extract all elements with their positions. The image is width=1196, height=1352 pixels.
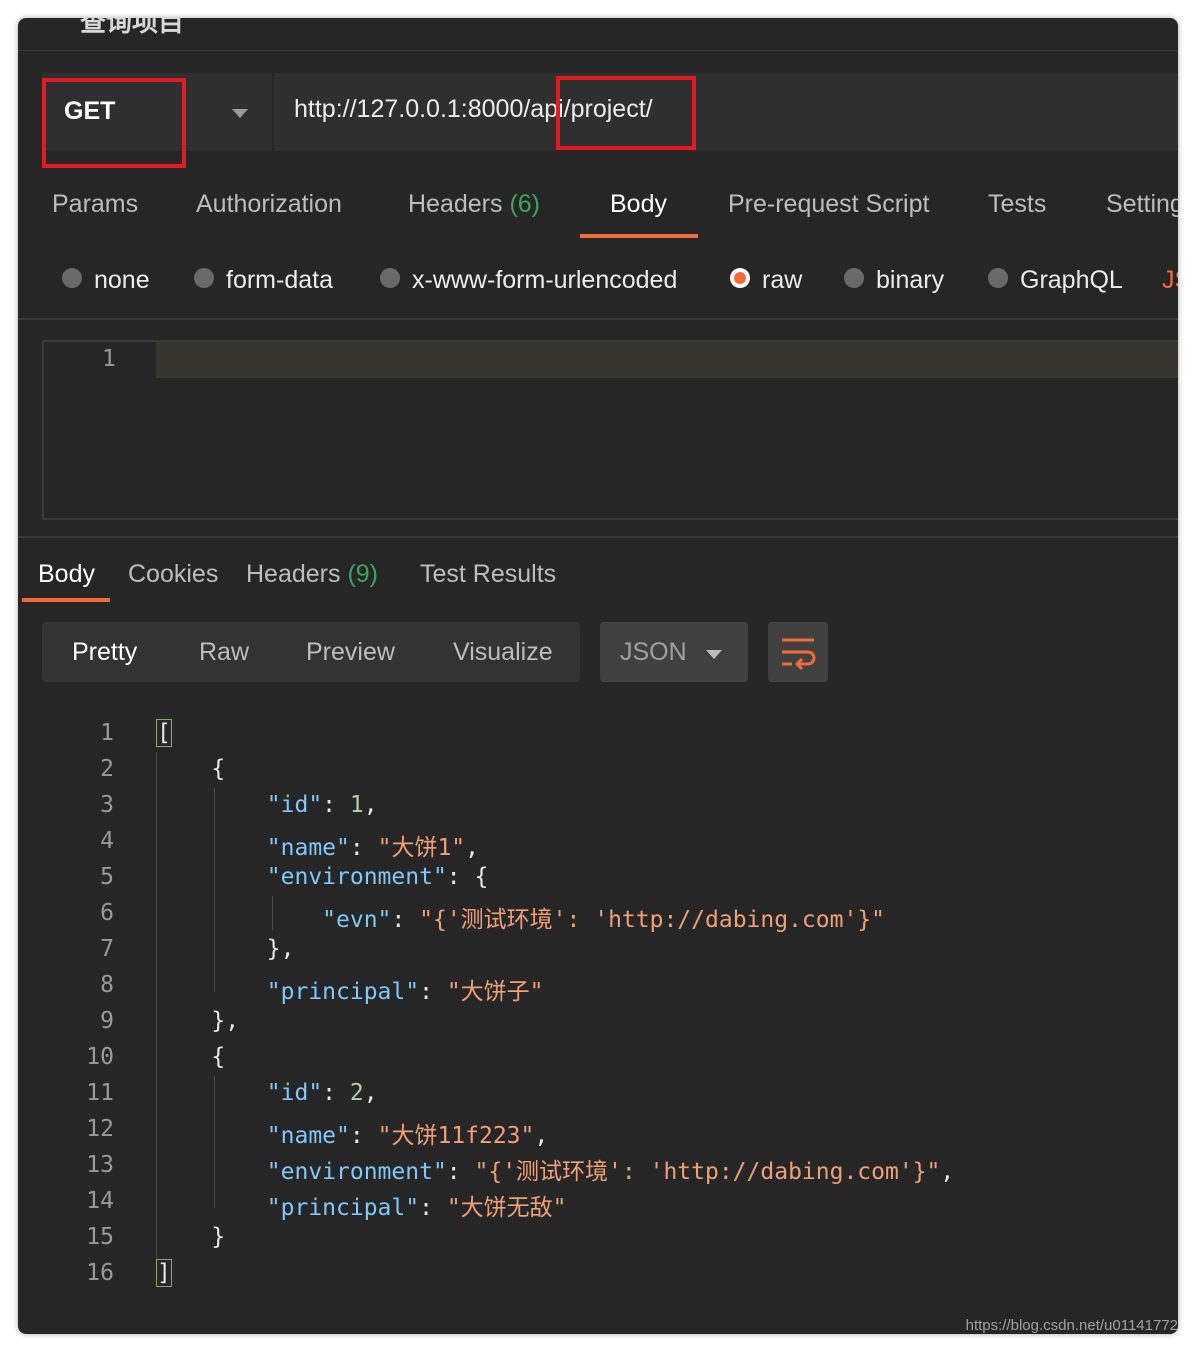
- request-tabs: Params Authorization Headers (6) Body Pr…: [18, 178, 1178, 238]
- headers-count: (6): [509, 190, 541, 218]
- json-line: },: [156, 1008, 240, 1034]
- radio-dot-icon: [844, 268, 864, 289]
- radio-dot-icon: [988, 268, 1008, 289]
- json-line: }: [156, 1224, 226, 1250]
- response-body-viewer[interactable]: 1 2 3 4 5 6 7 8 9 10 11 12 13 14 15 16 […: [18, 702, 1178, 1302]
- divider: [18, 536, 1178, 538]
- tab-test-results[interactable]: Test Results: [420, 560, 556, 589]
- tab-params[interactable]: Params: [52, 190, 138, 219]
- chevron-down-icon: [232, 109, 248, 118]
- line-number: 1: [100, 720, 114, 746]
- line-number: 4: [100, 828, 114, 854]
- radio-dot-icon: [194, 268, 214, 289]
- radio-raw[interactable]: raw: [730, 266, 802, 295]
- format-label: JSON: [620, 638, 687, 666]
- view-visualize[interactable]: Visualize: [453, 638, 553, 667]
- line-number: 2: [100, 756, 114, 782]
- body-type-selector: none form-data x-www-form-urlencoded raw…: [18, 258, 1178, 318]
- response-tabs: Body Cookies Headers (9) Test Results: [18, 548, 1178, 604]
- json-line: "principal": "大饼子": [266, 979, 544, 1005]
- line-number: 3: [100, 792, 114, 818]
- matching-bracket: [: [156, 719, 172, 747]
- json-line: "id": 2,: [266, 1080, 378, 1106]
- line-number: 8: [100, 972, 114, 998]
- json-line: "principal": "大饼无敌": [266, 1195, 567, 1221]
- matching-bracket: ]: [156, 1259, 172, 1287]
- json-line: "evn": "{'测试环境': 'http://dabing.com'}": [322, 907, 886, 933]
- request-title: 查询项目: [80, 18, 185, 37]
- view-mode-bar: Pretty Raw Preview Visualize: [42, 622, 580, 682]
- line-number: 12: [86, 1116, 114, 1142]
- wrap-lines-button[interactable]: [768, 622, 828, 682]
- view-pretty[interactable]: Pretty: [72, 638, 137, 667]
- tab-headers[interactable]: Headers (6): [408, 190, 540, 219]
- divider: [18, 318, 1178, 320]
- json-line: "environment": {: [266, 864, 489, 890]
- tab-response-body[interactable]: Body: [38, 560, 95, 589]
- radio-form-data[interactable]: form-data: [194, 266, 333, 295]
- tab-authorization[interactable]: Authorization: [196, 190, 342, 219]
- line-number: 14: [86, 1188, 114, 1214]
- request-body-editor[interactable]: 1: [42, 340, 1178, 520]
- active-tab-underline: [22, 598, 110, 602]
- radio-x-www-form-urlencoded[interactable]: x-www-form-urlencoded: [380, 266, 677, 295]
- json-line: },: [156, 936, 295, 962]
- line-number: 5: [100, 864, 114, 890]
- radio-dot-icon: [62, 268, 82, 289]
- json-line: [: [156, 719, 172, 747]
- json-line: ]: [156, 1259, 172, 1287]
- tab-settings[interactable]: Setting: [1106, 190, 1178, 219]
- title-bar: 查询项目: [18, 18, 1178, 51]
- json-line: "environment": "{'测试环境': 'http://dabing.…: [266, 1159, 955, 1185]
- current-line-highlight: [156, 342, 1178, 378]
- json-line: {: [156, 756, 226, 782]
- line-number: 15: [86, 1224, 114, 1250]
- raw-format-dropdown[interactable]: JS: [1162, 266, 1178, 295]
- json-line: "id": 1,: [266, 792, 378, 818]
- json-line: {: [156, 1044, 226, 1070]
- view-preview[interactable]: Preview: [306, 638, 395, 667]
- watermark: https://blog.csdn.net/u01141772: [965, 1317, 1178, 1334]
- line-number: 11: [86, 1080, 114, 1106]
- view-raw[interactable]: Raw: [199, 638, 249, 667]
- tab-response-headers[interactable]: Headers (9): [246, 560, 378, 589]
- chevron-down-icon: [706, 650, 722, 659]
- tab-tests[interactable]: Tests: [988, 190, 1046, 219]
- wrap-lines-icon: [782, 638, 816, 671]
- json-line: "name": "大饼11f223",: [266, 1123, 549, 1149]
- line-number: 10: [86, 1044, 114, 1070]
- radio-selected-icon: [730, 268, 750, 289]
- tab-cookies[interactable]: Cookies: [128, 560, 218, 589]
- highlight-box-url-path: [556, 76, 696, 150]
- format-select[interactable]: JSON: [600, 622, 748, 682]
- tab-pre-request-script[interactable]: Pre-request Script: [728, 190, 929, 219]
- response-headers-count: (9): [347, 560, 379, 588]
- highlight-box-method: [42, 78, 186, 168]
- postman-window: 查询项目 GET http://127.0.0.1:8000/api/proje…: [18, 18, 1178, 1334]
- line-number: 1: [102, 346, 116, 372]
- line-number: 7: [100, 936, 114, 962]
- json-line: "name": "大饼1",: [266, 835, 480, 861]
- radio-graphql[interactable]: GraphQL: [988, 266, 1123, 295]
- active-tab-underline: [580, 234, 698, 238]
- line-number: 16: [86, 1260, 114, 1286]
- line-number: 9: [100, 1008, 114, 1034]
- radio-binary[interactable]: binary: [844, 266, 944, 295]
- line-number: 6: [100, 900, 114, 926]
- radio-none[interactable]: none: [62, 266, 150, 295]
- tab-body[interactable]: Body: [610, 190, 667, 219]
- line-number: 13: [86, 1152, 114, 1178]
- radio-dot-icon: [380, 268, 400, 289]
